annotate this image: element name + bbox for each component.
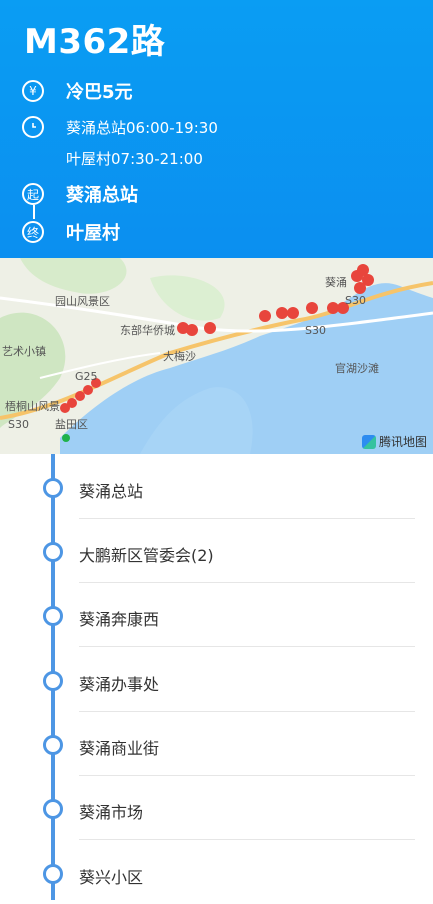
clock-icon xyxy=(22,116,44,138)
stop-dot xyxy=(43,671,63,691)
map-provider-text: 腾讯地图 xyxy=(378,435,427,449)
map-label: 梧桐山风景 xyxy=(5,400,60,413)
map-label: 大梅沙 xyxy=(163,350,196,363)
stop-name: 大鹏新区管委会(2) xyxy=(79,546,214,565)
stop-name: 葵涌办事处 xyxy=(79,675,160,694)
stop-name: 葵兴小区 xyxy=(79,868,144,887)
list-item[interactable]: 葵涌商业街 xyxy=(0,711,433,776)
map-provider-logo: 腾讯地图 xyxy=(361,433,427,450)
list-item[interactable]: 葵涌奔康西 xyxy=(0,582,433,647)
list-item[interactable]: 大鹏新区管委会(2) xyxy=(0,518,433,583)
stop-dot xyxy=(43,735,63,755)
fare-row: ¥ 冷巴5元 xyxy=(22,78,133,104)
route-map[interactable]: 葵涌 园山风景区 东部华侨城 大梅沙 艺术小镇 G25 梧桐山风景 盐田区 S3… xyxy=(0,258,433,454)
stop-name: 葵涌市场 xyxy=(79,803,144,822)
map-label: 园山风景区 xyxy=(55,295,110,308)
stop-dot xyxy=(43,542,63,562)
map-label: 官湖沙滩 xyxy=(335,362,379,375)
start-station-name: 葵涌总站 xyxy=(66,185,138,206)
map-label: S30 xyxy=(345,294,366,307)
route-connector xyxy=(33,205,35,219)
schedule-line-2: 叶屋村07:30-21:00 xyxy=(66,150,203,168)
stop-name: 葵涌奔康西 xyxy=(79,610,160,629)
stop-dot xyxy=(43,478,63,498)
map-label: S30 xyxy=(8,418,29,431)
map-label: 葵涌 xyxy=(325,276,347,289)
schedule-line-1: 葵涌总站06:00-19:30 xyxy=(66,118,218,137)
list-item[interactable]: 葵涌办事处 xyxy=(0,647,433,712)
end-station-row: 终 叶屋村 xyxy=(22,219,120,245)
fare-text: 冷巴5元 xyxy=(66,82,133,103)
map-label: S30 xyxy=(305,324,326,337)
stop-list: 葵涌总站 大鹏新区管委会(2) 葵涌奔康西 葵涌办事处 葵涌商业街 葵涌市场 葵… xyxy=(0,454,433,900)
map-label: 东部华侨城 xyxy=(120,324,175,337)
list-item[interactable]: 葵涌市场 xyxy=(0,775,433,840)
start-station-row: 起 葵涌总站 xyxy=(22,181,138,207)
map-label: G25 xyxy=(75,370,98,383)
tencent-map-icon xyxy=(361,434,376,449)
start-badge-icon: 起 xyxy=(22,183,44,205)
stop-dot xyxy=(43,606,63,626)
stop-dot xyxy=(43,799,63,819)
list-item[interactable]: 葵兴小区 xyxy=(0,840,433,904)
stop-name: 葵涌商业街 xyxy=(79,739,160,758)
map-label: 艺术小镇 xyxy=(2,345,46,358)
route-title: M362路 xyxy=(24,22,166,62)
list-item[interactable]: 葵涌总站 xyxy=(0,454,433,519)
end-station-name: 叶屋村 xyxy=(66,223,120,244)
route-header: M362路 ¥ 冷巴5元 葵涌总站06:00-19:30 叶屋村07:30-21… xyxy=(0,0,433,258)
end-badge-icon: 终 xyxy=(22,221,44,243)
stop-name: 葵涌总站 xyxy=(79,482,144,501)
stop-dot xyxy=(43,864,63,884)
map-label: 盐田区 xyxy=(55,418,88,431)
yen-icon: ¥ xyxy=(22,80,44,102)
schedule-row: 葵涌总站06:00-19:30 xyxy=(22,116,218,138)
